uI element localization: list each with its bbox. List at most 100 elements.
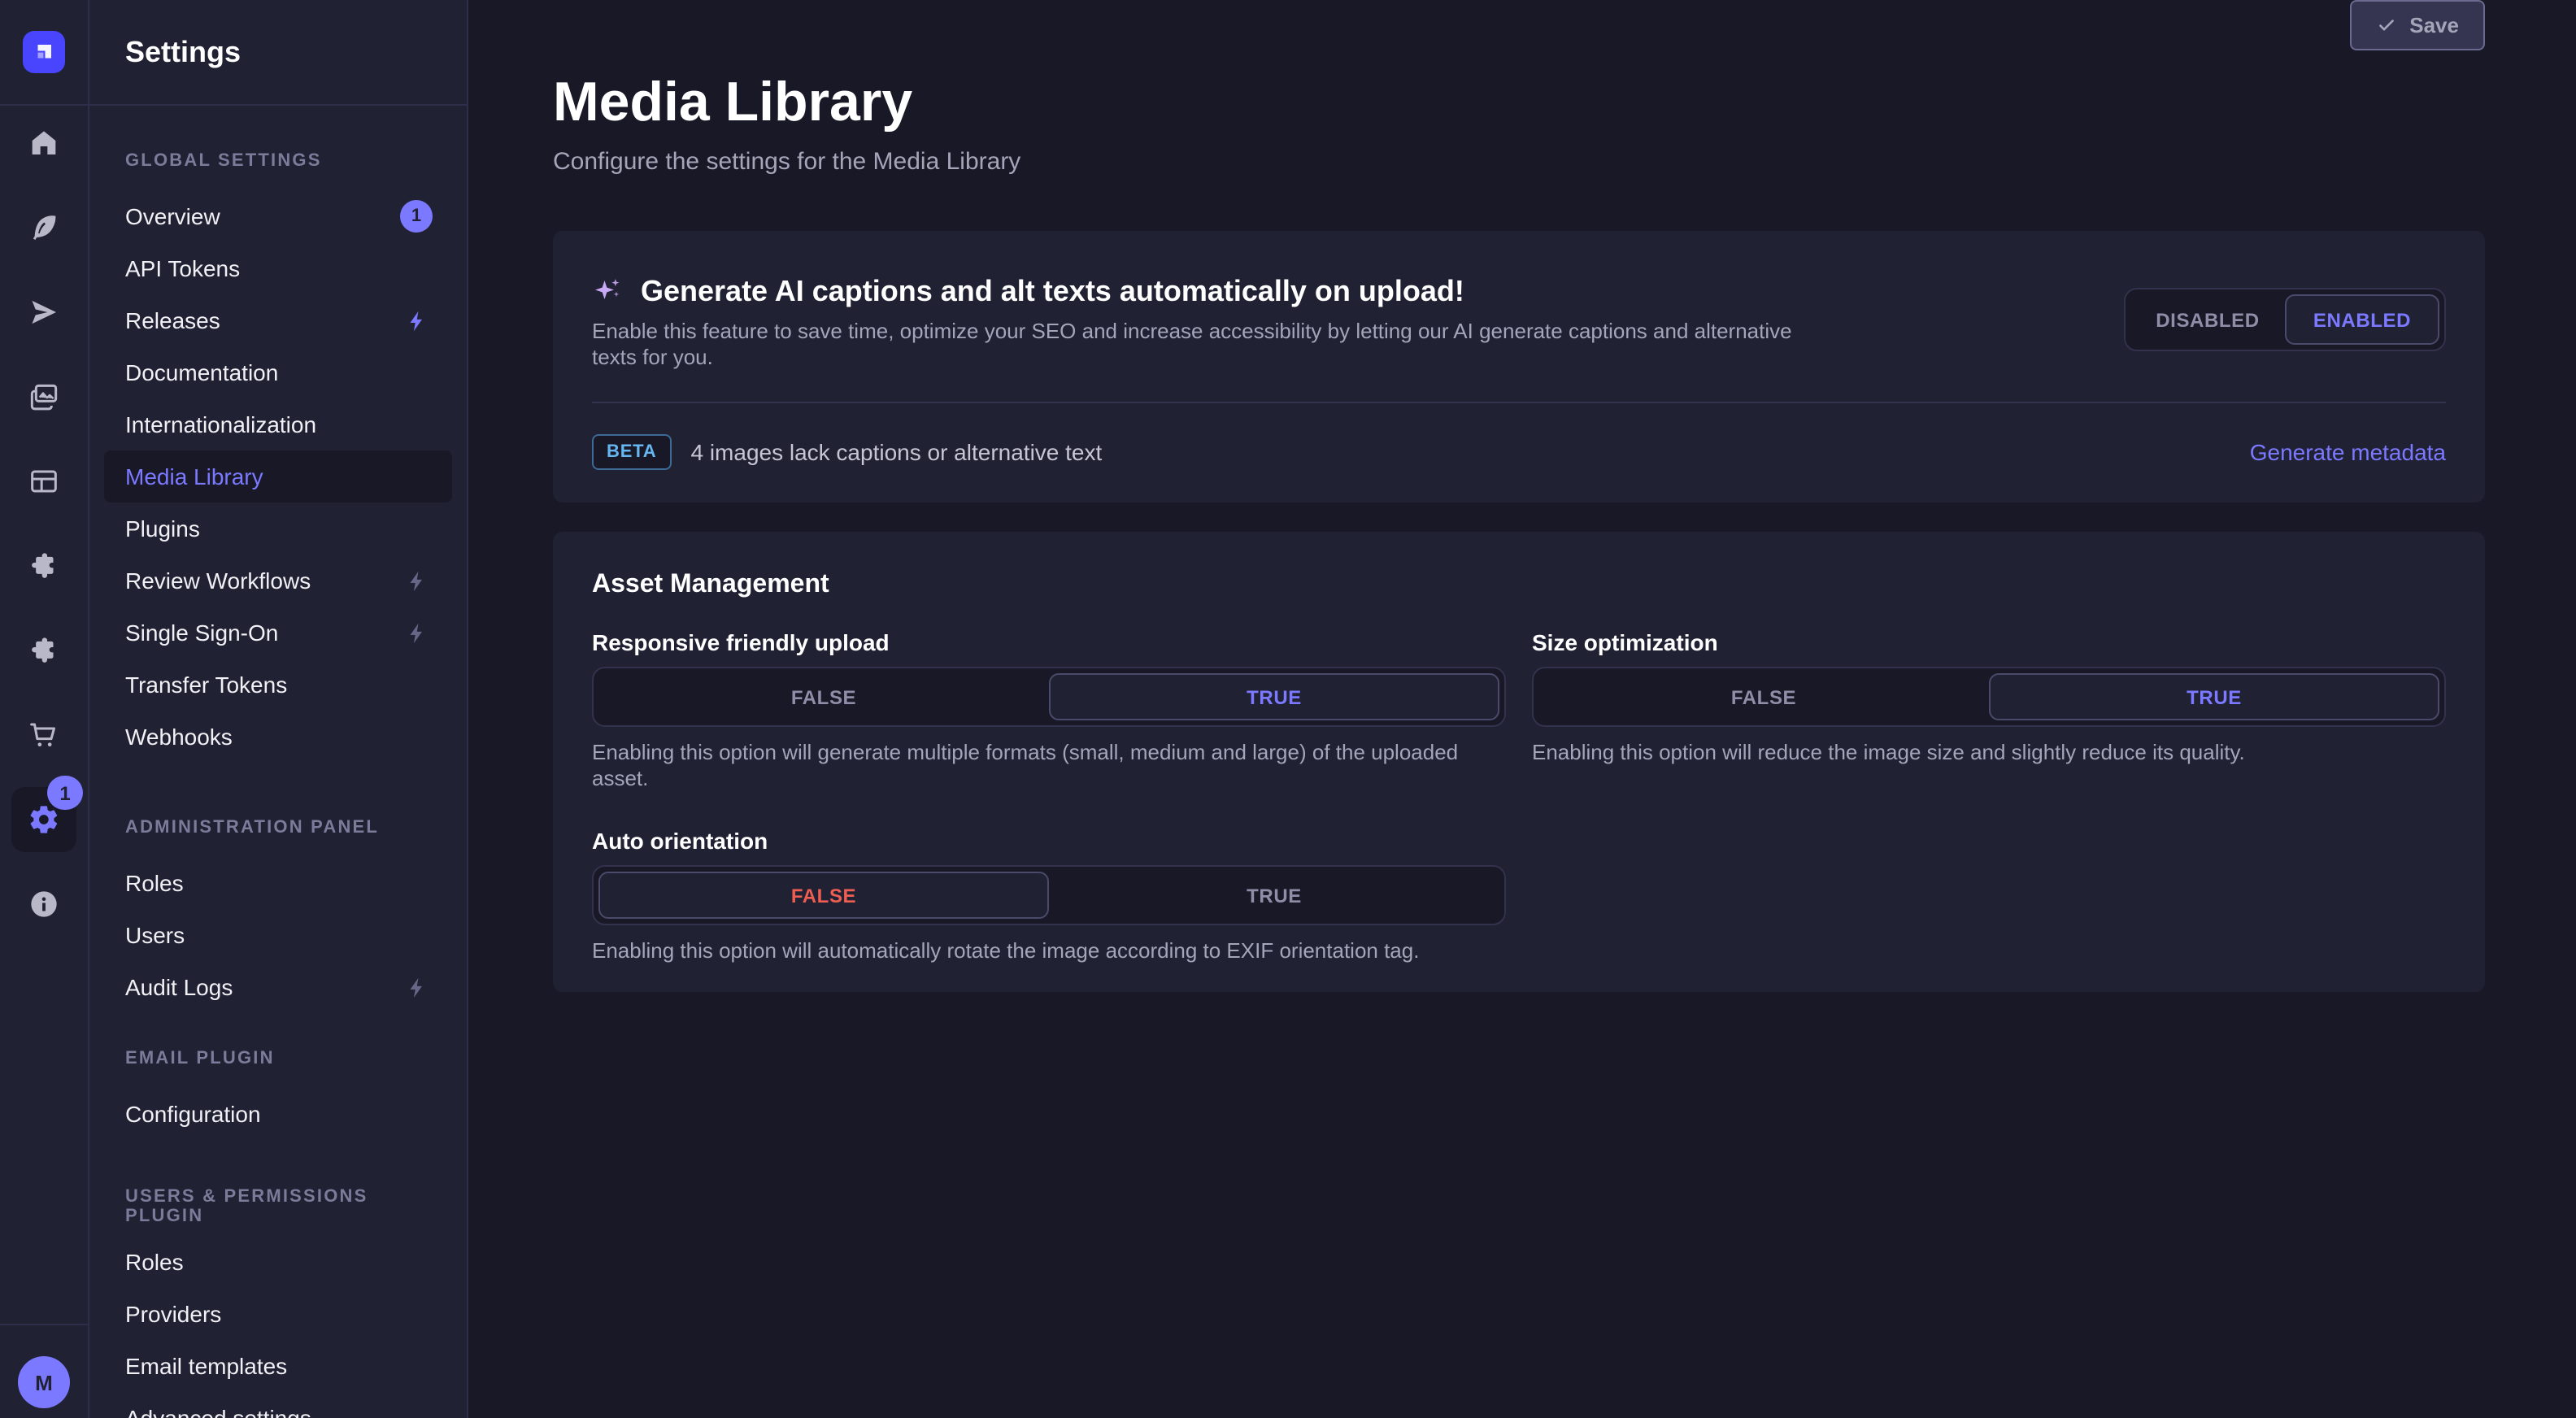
strapi-logo-icon [29,37,59,67]
sidebar-section-users-permissions-plugin: USERS & PERMISSIONS PLUGIN Roles Providers… [89,1190,467,1418]
field-label: Responsive friendly upload [592,629,1506,655]
sidebar-section-email-plugin: EMAIL PLUGIN Configuration [89,1042,467,1140]
asset-management-title: Asset Management [592,571,2446,600]
size-optimization-toggle-option-true[interactable]: TRUE [1989,673,2439,720]
rail-items: 1 [0,111,88,937]
home-icon [28,127,60,159]
rail-item-feather[interactable] [11,195,76,260]
sidebar-item-roles[interactable]: Roles [89,857,467,909]
rail-item-send[interactable] [11,280,76,345]
sidebar-item-plugins[interactable]: Plugins [89,502,467,555]
beta-badge: BETA [592,434,671,470]
sidebar-item-label: Releases [125,307,220,333]
sidebar-item-label: Media Library [125,463,263,489]
check-icon [2375,15,2396,36]
field-hint: Enabling this option will generate multi… [592,740,1506,792]
sidebar-item-label: Advanced settings [125,1405,311,1418]
save-button-label: Save [2409,13,2459,37]
puzzle-icon [28,550,60,582]
gear-icon [28,803,60,836]
sidebar-item-webhooks[interactable]: Webhooks [89,711,467,763]
lightning-icon [405,620,429,645]
size-optimization-toggle-option-false[interactable]: FALSE [1538,673,1989,720]
sidebar-item-email-templates[interactable]: Email templates [89,1340,467,1392]
rail-item-puzzle[interactable] [11,533,76,598]
lightning-icon [405,308,429,333]
sidebar-item-label: Roles [125,870,184,896]
field-size-optimization: Size optimizationFALSETRUEEnabling this … [1532,629,2446,792]
sidebar-item-audit-logs[interactable]: Audit Logs [89,961,467,1013]
sidebar-item-label: Internationalization [125,411,316,437]
ai-banner-card: Generate AI captions and alt texts autom… [553,231,2485,502]
auto-orientation-toggle: FALSETRUE [592,865,1506,925]
responsive-friendly-upload-toggle: FALSETRUE [592,667,1506,727]
rail-item-images[interactable] [11,364,76,429]
sidebar-item-label: Configuration [125,1101,261,1127]
sidebar-item-advanced-settings[interactable]: Advanced settings [89,1392,467,1418]
sidebar-item-single-sign-on[interactable]: Single Sign-On [89,607,467,659]
settings-sidebar: Settings GLOBAL SETTINGSOverview1API Tok… [89,0,468,1418]
sidebar-item-users[interactable]: Users [89,909,467,961]
beta-row: BETA 4 images lack captions or alternati… [592,403,2446,501]
rail-item-layout[interactable] [11,449,76,514]
sidebar-item-api-tokens[interactable]: API Tokens [89,242,467,294]
sidebar-item-label: Providers [125,1301,221,1327]
asset-management-grid: Responsive friendly uploadFALSETRUEEnabl… [592,629,2446,964]
sidebar-section-header: EMAIL PLUGIN [89,1042,467,1075]
rail-item-gear[interactable]: 1 [11,787,76,852]
strapi-settings-page: 1 M Settings GLOBAL SETTINGSOverview1API… [0,0,2576,1418]
field-responsive-friendly-upload: Responsive friendly upload FALSETRUE Enabl… [592,629,1506,792]
auto-orientation-toggle-option-false[interactable]: FALSE [598,872,1049,919]
sidebar-item-internationalization[interactable]: Internationalization [89,398,467,450]
sidebar-item-overview[interactable]: Overview 1 [89,190,467,242]
missing-captions-message: 4 images lack captions or alternative te… [690,439,1102,465]
ai-feature-toggle-option-enabled[interactable]: ENABLED [2285,294,2439,345]
responsive-friendly-upload-toggle-option-true[interactable]: TRUE [1049,673,1499,720]
ai-feature-toggle: DISABLEDENABLED [2124,288,2446,351]
puzzle-icon [28,634,60,667]
sidebar-item-label: Audit Logs [125,974,233,1000]
rail-item-info[interactable] [11,872,76,937]
sidebar-header: Settings [89,0,467,106]
sidebar-nav: GLOBAL SETTINGSOverview1API TokensReleas… [89,106,467,1418]
sidebar-item-documentation[interactable]: Documentation [89,346,467,398]
sidebar-item-releases[interactable]: Releases [89,294,467,346]
ai-banner-title: Generate AI captions and alt texts autom… [641,273,1464,309]
sidebar-item-review-workflows[interactable]: Review Workflows [89,555,467,607]
sidebar-item-media-library[interactable]: Media Library [104,450,452,502]
responsive-friendly-upload-toggle-option-false[interactable]: FALSE [598,673,1049,720]
sidebar-item-label: Review Workflows [125,568,311,594]
user-avatar[interactable]: M [18,1356,70,1408]
images-icon [28,381,60,413]
page-subtitle: Configure the settings for the Media Lib… [553,148,2485,176]
ai-banner-description: Enable this feature to save time, optimi… [592,319,1825,371]
auto-orientation-toggle-option-true[interactable]: TRUE [1049,872,1499,919]
generate-metadata-link[interactable]: Generate metadata [2250,439,2446,465]
send-icon [28,296,60,328]
sidebar-item-label: Email templates [125,1353,287,1379]
icon-rail: 1 M [0,0,89,1418]
sidebar-item-transfer-tokens[interactable]: Transfer Tokens [89,659,467,711]
sidebar-item-label: Overview [125,203,220,229]
sidebar-item-configuration[interactable]: Configuration [89,1088,467,1140]
rail-item-home[interactable] [11,111,76,176]
sidebar-section-global-settings: GLOBAL SETTINGSOverview1API TokensReleas… [89,145,467,763]
page-title: Media Library [553,72,2485,133]
rail-item-puzzle[interactable] [11,618,76,683]
save-button[interactable]: Save [2349,0,2485,50]
cart-icon [28,719,60,751]
sidebar-item-roles[interactable]: Roles [89,1236,467,1288]
sidebar-item-label: Webhooks [125,724,233,750]
sidebar-section-administration-panel: ADMINISTRATION PANELRolesUsersAudit Logs [89,811,467,1013]
rail-item-cart[interactable] [11,702,76,768]
strapi-logo[interactable] [23,31,65,73]
sidebar-item-label: Single Sign-On [125,620,278,646]
ai-feature-toggle-option-disabled[interactable]: DISABLED [2130,294,2285,345]
sidebar-item-label: Plugins [125,515,200,542]
notification-badge: 1 [47,776,83,810]
rail-header [0,0,88,106]
sidebar-section-header: USERS & PERMISSIONS PLUGIN [89,1190,467,1223]
sidebar-item-providers[interactable]: Providers [89,1288,467,1340]
size-optimization-toggle: FALSETRUE [1532,667,2446,727]
notification-badge: 1 [400,200,433,233]
